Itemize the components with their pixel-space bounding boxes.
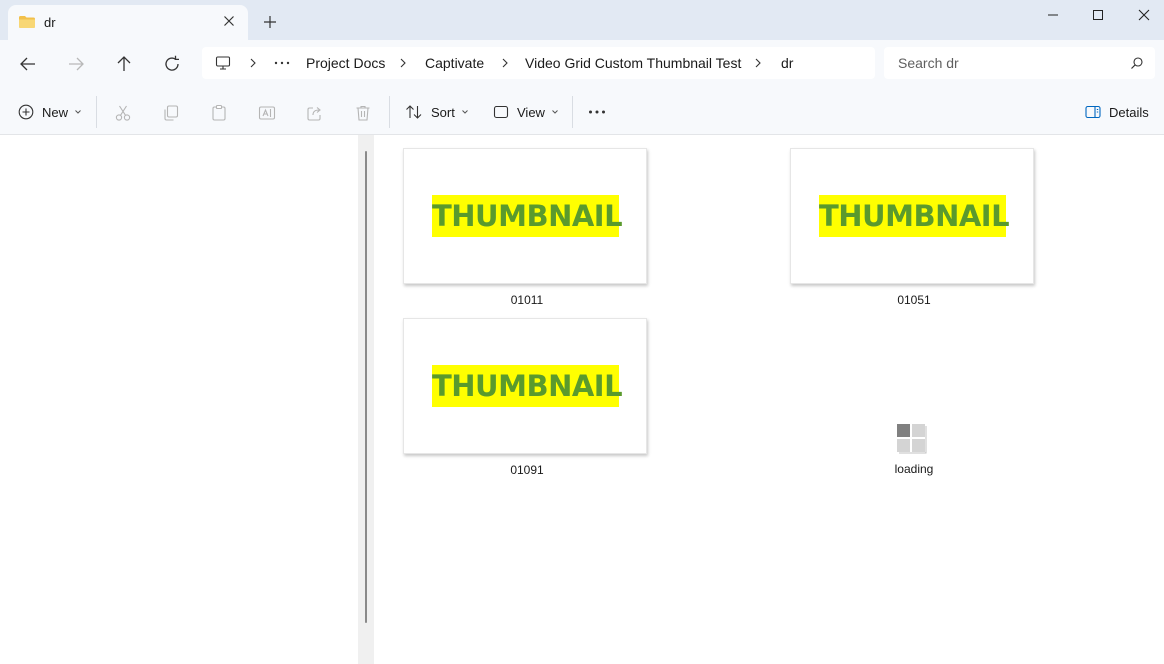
sort-button[interactable]: Sort (405, 100, 469, 124)
chevron-right-icon[interactable] (398, 57, 408, 69)
file-thumbnail[interactable]: THUMBNAIL (790, 148, 1034, 284)
minimize-icon[interactable] (1042, 6, 1064, 24)
address-row: Project Docs Captivate Video Grid Custom… (0, 40, 1164, 88)
up-icon[interactable] (112, 52, 136, 76)
details-button[interactable]: Details (1085, 100, 1149, 124)
file-name[interactable]: loading (864, 462, 964, 476)
chevron-right-icon[interactable] (500, 57, 510, 69)
new-button[interactable]: New (18, 100, 82, 124)
breadcrumb-item[interactable]: Captivate (425, 55, 484, 71)
chevron-right-icon[interactable] (753, 57, 763, 69)
breadcrumb-item[interactable]: Video Grid Custom Thumbnail Test (525, 55, 741, 71)
back-icon[interactable] (16, 52, 40, 76)
sort-icon (406, 105, 422, 119)
sort-label: Sort (431, 104, 455, 120)
share-icon[interactable] (306, 104, 324, 122)
thumbnail-text: THUMBNAIL (432, 365, 623, 407)
search-icon[interactable] (1130, 56, 1144, 70)
search-placeholder: Search dr (898, 55, 959, 71)
close-icon[interactable] (221, 13, 237, 29)
breadcrumb-item[interactable]: Project Docs (306, 55, 385, 71)
breadcrumb-item[interactable]: dr (781, 55, 793, 71)
plus-icon[interactable] (263, 15, 277, 29)
pane-splitter[interactable] (358, 135, 374, 664)
delete-icon[interactable] (354, 104, 372, 122)
details-pane-icon (1085, 105, 1101, 119)
more-icon[interactable] (274, 61, 290, 65)
copy-icon[interactable] (162, 104, 180, 122)
generic-file-icon[interactable] (896, 423, 928, 455)
file-thumbnail[interactable]: THUMBNAIL (403, 318, 647, 454)
refresh-icon[interactable] (160, 52, 184, 76)
file-list[interactable]: THUMBNAIL 01011 THUMBNAIL 01051 THUMBNAI… (374, 135, 1164, 664)
file-name[interactable]: 01091 (403, 463, 651, 477)
search-input[interactable]: Search dr (884, 47, 1155, 79)
folder-icon (19, 16, 35, 28)
file-thumbnail[interactable]: THUMBNAIL (403, 148, 647, 284)
rename-icon[interactable] (258, 104, 276, 122)
navigation-pane[interactable] (0, 135, 358, 664)
separator (389, 96, 390, 128)
chevron-down-icon (461, 110, 468, 114)
more-icon[interactable] (588, 110, 606, 114)
view-label: View (517, 104, 545, 120)
view-button[interactable]: View (493, 100, 559, 124)
tab-title: dr (44, 15, 56, 30)
chevron-right-icon[interactable] (248, 57, 258, 69)
chevron-down-icon (75, 110, 81, 114)
chevron-down-icon (552, 110, 558, 114)
separator (572, 96, 573, 128)
separator (96, 96, 97, 128)
plus-circle-icon (18, 104, 34, 120)
file-name[interactable]: 01051 (790, 293, 1038, 307)
file-name[interactable]: 01011 (403, 293, 651, 307)
thumbnail-text: THUMBNAIL (819, 195, 1010, 237)
paste-icon[interactable] (210, 104, 228, 122)
maximize-icon[interactable] (1087, 6, 1109, 24)
thumbnail-text: THUMBNAIL (432, 195, 623, 237)
forward-icon[interactable] (64, 52, 88, 76)
details-label: Details (1109, 104, 1149, 120)
computer-icon[interactable] (215, 55, 231, 71)
command-bar: New Sort View Details (0, 88, 1164, 135)
title-bar: dr (0, 0, 1164, 40)
tab-dr[interactable]: dr (8, 5, 248, 40)
cut-icon[interactable] (114, 104, 132, 122)
scrollbar-thumb[interactable] (365, 151, 367, 623)
close-icon[interactable] (1133, 6, 1155, 24)
address-bar[interactable]: Project Docs Captivate Video Grid Custom… (202, 47, 875, 79)
view-icon (493, 105, 509, 119)
new-label: New (42, 104, 69, 120)
